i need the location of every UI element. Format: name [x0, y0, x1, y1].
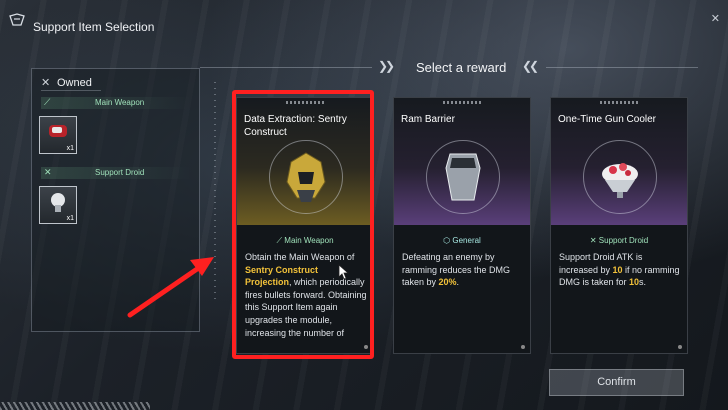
card-category-label: Support Droid [598, 236, 649, 245]
card-dots-decoration [443, 101, 483, 104]
owned-title: Owned [57, 77, 92, 89]
owned-group-label: Support Droid [95, 168, 145, 177]
chevrons-right-icon: ❯❯ [378, 59, 395, 73]
header-divider-right [546, 67, 698, 68]
crossed-tools-icon: ✕ [44, 167, 52, 177]
reward-card-gun-cooler[interactable]: One-Time Gun Cooler ✕ Support Droid Supp… [550, 97, 688, 354]
desc-keyword: 10 [612, 264, 623, 275]
owned-header: ✕ Owned [41, 76, 92, 89]
desc-text: s. [639, 277, 647, 288]
confirm-button[interactable]: Confirm [549, 369, 684, 396]
card-category: ✕ Support Droid [551, 236, 687, 245]
card-category: ⬡ General [394, 236, 530, 245]
owned-item-support-droid[interactable]: x1 [39, 186, 77, 224]
title-bar: Support Item Selection ✕ [0, 0, 728, 40]
card-title: One-Time Gun Cooler [558, 114, 656, 125]
card-description: Defeating an enemy by ramming reduces th… [402, 251, 524, 289]
card-corner-dot [521, 345, 525, 349]
desc-keyword: 10 [629, 277, 640, 288]
owned-underline [41, 90, 101, 91]
reward-card-ram-barrier[interactable]: Ram Barrier ⬡ General Defeating an enemy… [393, 97, 531, 354]
card-title: Ram Barrier [401, 114, 455, 125]
card-dots-decoration [600, 101, 640, 104]
corner-stripes-decoration [0, 402, 150, 410]
item-quantity: x1 [66, 215, 74, 222]
item-quantity: x1 [66, 145, 74, 152]
app-logo-icon [9, 13, 25, 26]
page-title: Support Item Selection [33, 20, 155, 34]
shield-icon: ⬡ [443, 236, 453, 245]
owned-group-label: Main Weapon [95, 98, 145, 107]
selection-highlight-box [232, 90, 374, 359]
card-description: Support Droid ATK is increased by 10 if … [559, 251, 681, 289]
desc-keyword: 20% [438, 277, 457, 288]
close-icon[interactable]: ✕ [711, 12, 720, 25]
crossed-tools-icon: ✕ [41, 77, 51, 89]
side-tick-decoration [214, 82, 216, 302]
owned-group-support-droid: ✕ Support Droid [41, 167, 191, 179]
owned-item-main-weapon[interactable]: x1 [39, 116, 77, 154]
header-divider-left [200, 67, 372, 68]
sword-icon: ⟋ [44, 97, 51, 107]
gun-cooler-icon [602, 163, 638, 198]
ram-barrier-icon [445, 153, 481, 201]
select-reward-heading: Select a reward [416, 60, 507, 75]
chevrons-left-icon: ❮❮ [522, 59, 539, 73]
card-category-label: General [452, 236, 481, 245]
droid-item-icon [51, 193, 65, 212]
owned-group-main-weapon: ⟋ Main Weapon [41, 97, 191, 109]
card-corner-dot [678, 345, 682, 349]
mouse-cursor-icon [338, 264, 350, 280]
crossed-tools-icon: ✕ [589, 236, 599, 245]
desc-text: . [456, 277, 460, 288]
owned-panel: ✕ Owned ⟋ Main Weapon x1 ✕ Support Droid … [31, 68, 200, 332]
weapon-item-icon [49, 125, 67, 137]
